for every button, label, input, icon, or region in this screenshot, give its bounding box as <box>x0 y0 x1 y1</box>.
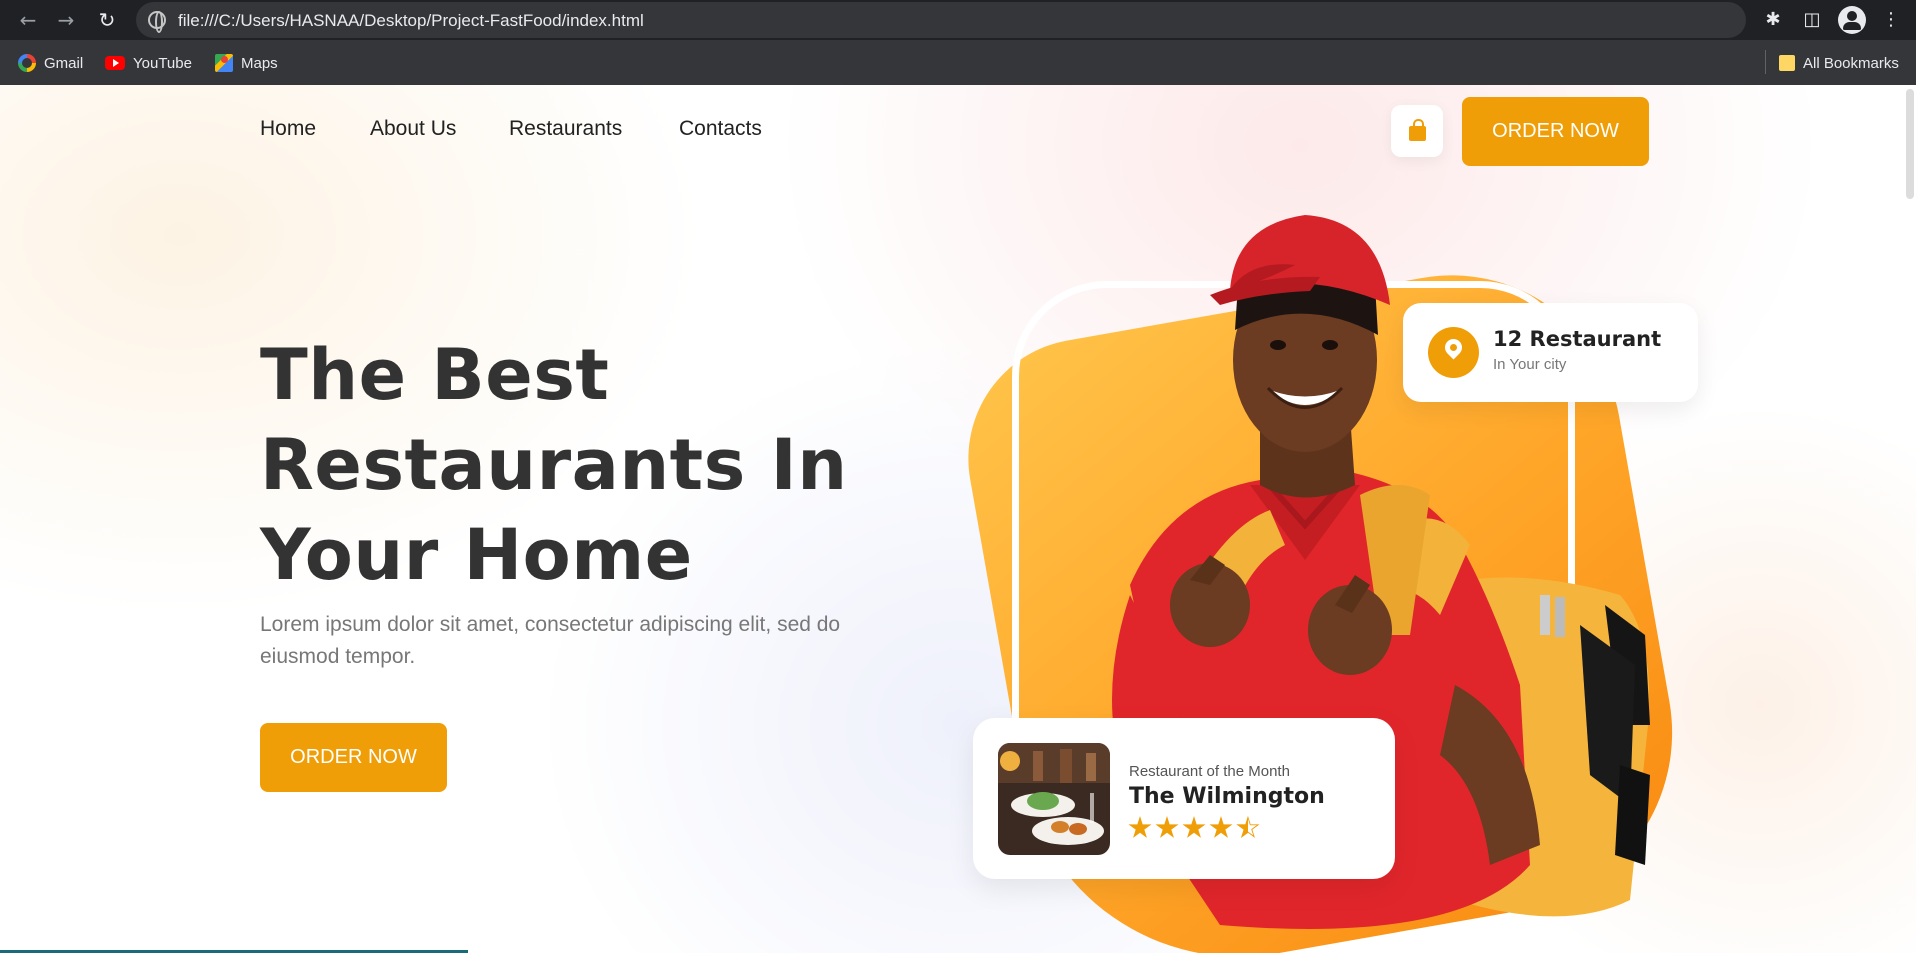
gmail-icon <box>18 54 36 72</box>
youtube-icon <box>105 56 125 70</box>
cart-button[interactable] <box>1391 105 1443 157</box>
restaurant-photo <box>998 743 1110 855</box>
scrollbar-thumb[interactable] <box>1906 89 1914 199</box>
reload-icon[interactable]: ↻ <box>93 6 121 34</box>
menu-kebab-icon[interactable]: ⋮ <box>1877 6 1905 34</box>
side-panel-icon[interactable]: ◫ <box>1798 6 1826 34</box>
restaurant-of-month-label: Restaurant of the Month <box>1129 763 1290 780</box>
bookmark-label: Maps <box>241 54 278 72</box>
star-full-icon <box>1209 816 1233 838</box>
order-now-hero-button[interactable]: ORDER NOW <box>260 723 447 792</box>
bookmark-gmail[interactable]: Gmail <box>18 52 83 74</box>
bookmarks-divider <box>1765 50 1766 74</box>
hero-title: The Best Restaurants In Your Home <box>260 330 960 600</box>
rating-stars <box>1128 816 1260 840</box>
restaurant-count-subtitle: In Your city <box>1493 356 1567 373</box>
order-now-nav-button[interactable]: ORDER NOW <box>1462 97 1649 166</box>
restaurant-count-title: 12 Restaurant <box>1493 327 1662 351</box>
hero-title-line: Your Home <box>260 514 693 596</box>
bookmark-youtube[interactable]: YouTube <box>105 52 192 74</box>
nav-link-contacts[interactable]: Contacts <box>679 117 762 141</box>
restaurant-count-card: 12 Restaurant In Your city <box>1403 303 1698 402</box>
star-full-icon <box>1155 816 1179 838</box>
bookmark-label: Gmail <box>44 54 84 72</box>
star-half-icon <box>1236 816 1260 840</box>
hero-title-line: Restaurants In <box>260 424 848 506</box>
hero-description: Lorem ipsum dolor sit amet, consectetur … <box>260 613 841 668</box>
restaurant-name: The Wilmington <box>1129 784 1325 809</box>
nav-link-about-us[interactable]: About Us <box>370 117 456 141</box>
bookmark-label: YouTube <box>133 54 192 72</box>
location-pin-icon <box>1428 327 1479 378</box>
profile-avatar-icon[interactable] <box>1838 6 1866 34</box>
shopping-bag-icon <box>1409 119 1426 141</box>
maps-icon <box>215 54 233 72</box>
star-full-icon <box>1128 816 1152 838</box>
forward-arrow-icon[interactable]: → <box>52 6 80 34</box>
browser-toolbar: ← → ↻ file:///C:/Users/HASNAA/Desktop/Pr… <box>0 0 1916 40</box>
folder-icon <box>1779 55 1795 71</box>
all-bookmarks-label: All Bookmarks <box>1803 54 1899 72</box>
hero-title-line: The Best <box>260 334 610 416</box>
restaurant-of-month-card[interactable]: Restaurant of the Month The Wilmington <box>973 718 1395 879</box>
bookmark-maps[interactable]: Maps <box>215 52 278 74</box>
nav-link-home[interactable]: Home <box>260 117 316 141</box>
bookmarks-bar: Gmail YouTube Maps All Bookmarks <box>0 40 1916 85</box>
globe-icon <box>148 11 166 33</box>
address-bar[interactable]: file:///C:/Users/HASNAA/Desktop/Project-… <box>136 2 1746 38</box>
extensions-icon[interactable]: ✱ <box>1759 6 1787 34</box>
star-full-icon <box>1182 816 1206 838</box>
page-viewport: Home About Us Restaurants Contacts ORDER… <box>0 85 1916 953</box>
nav-link-restaurants[interactable]: Restaurants <box>509 117 622 141</box>
url-text[interactable]: file:///C:/Users/HASNAA/Desktop/Project-… <box>178 11 644 31</box>
all-bookmarks[interactable]: All Bookmarks <box>1779 52 1899 74</box>
back-arrow-icon[interactable]: ← <box>14 6 42 34</box>
